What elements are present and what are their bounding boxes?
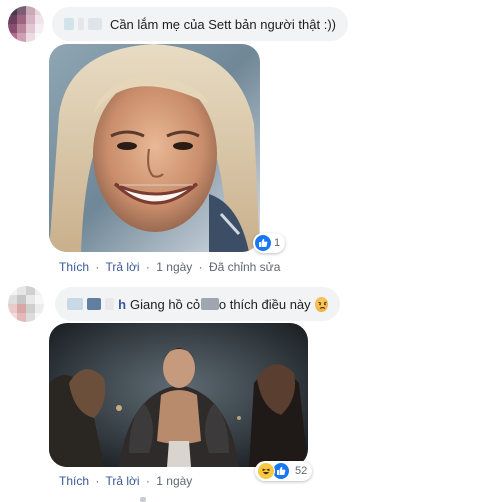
angry-emoji-icon — [314, 296, 328, 312]
author-name-redacted[interactable] — [64, 18, 74, 30]
edited-label[interactable]: Đã chỉnh sửa — [209, 260, 280, 274]
reply-link[interactable]: Trả lời — [105, 474, 139, 488]
comment-actions: Thích · Trả lời · 1 ngày · Đã chỉnh sửa — [59, 260, 280, 274]
author-name-redacted — [88, 18, 102, 30]
comment-text: Cần lắm mẹ của Sett bản người thật :)) — [109, 16, 336, 32]
author-name[interactable]: h — [118, 297, 126, 312]
comment-text: Giang hồ cỏ — [130, 296, 201, 312]
comment-image-face[interactable] — [49, 44, 260, 252]
like-icon — [255, 235, 271, 251]
comment-bubble: h Giang hồ cỏ o thích điều này — [55, 287, 340, 321]
reaction-count: 1 — [274, 237, 281, 249]
timestamp[interactable]: 1 ngày — [156, 474, 192, 488]
haha-icon — [257, 462, 275, 480]
comment-text: o thích điều này — [218, 296, 311, 312]
avatar[interactable] — [8, 286, 44, 322]
author-name-redacted — [77, 18, 85, 30]
like-link[interactable]: Thích — [59, 474, 89, 488]
like-link[interactable]: Thích — [59, 260, 89, 274]
timestamp[interactable]: 1 ngày — [156, 260, 192, 274]
reaction-summary[interactable]: 52 — [255, 461, 313, 481]
reaction-summary[interactable]: 1 — [253, 233, 286, 253]
separator-dot: · — [198, 260, 203, 274]
comment-bubble: Cần lắm mẹ của Sett bản người thật :)) — [52, 7, 348, 41]
separator-dot: · — [95, 260, 100, 274]
dark-fantasy-photo — [49, 323, 308, 467]
redacted-text — [201, 298, 219, 310]
separator-dot: · — [145, 260, 150, 274]
comment-actions: Thích · Trả lời · 1 ngày — [59, 474, 192, 488]
author-name-redacted — [86, 298, 102, 310]
reaction-count: 52 — [295, 465, 308, 477]
reply-link[interactable]: Trả lời — [105, 260, 139, 274]
author-name-redacted — [105, 298, 115, 310]
separator-dot: · — [95, 474, 100, 488]
comment-image-dark-art[interactable] — [49, 323, 308, 467]
author-name-redacted[interactable] — [67, 298, 83, 310]
next-comment-cutoff — [140, 497, 146, 502]
smiling-face-photo — [49, 44, 260, 252]
avatar[interactable] — [8, 6, 44, 42]
separator-dot: · — [145, 474, 150, 488]
